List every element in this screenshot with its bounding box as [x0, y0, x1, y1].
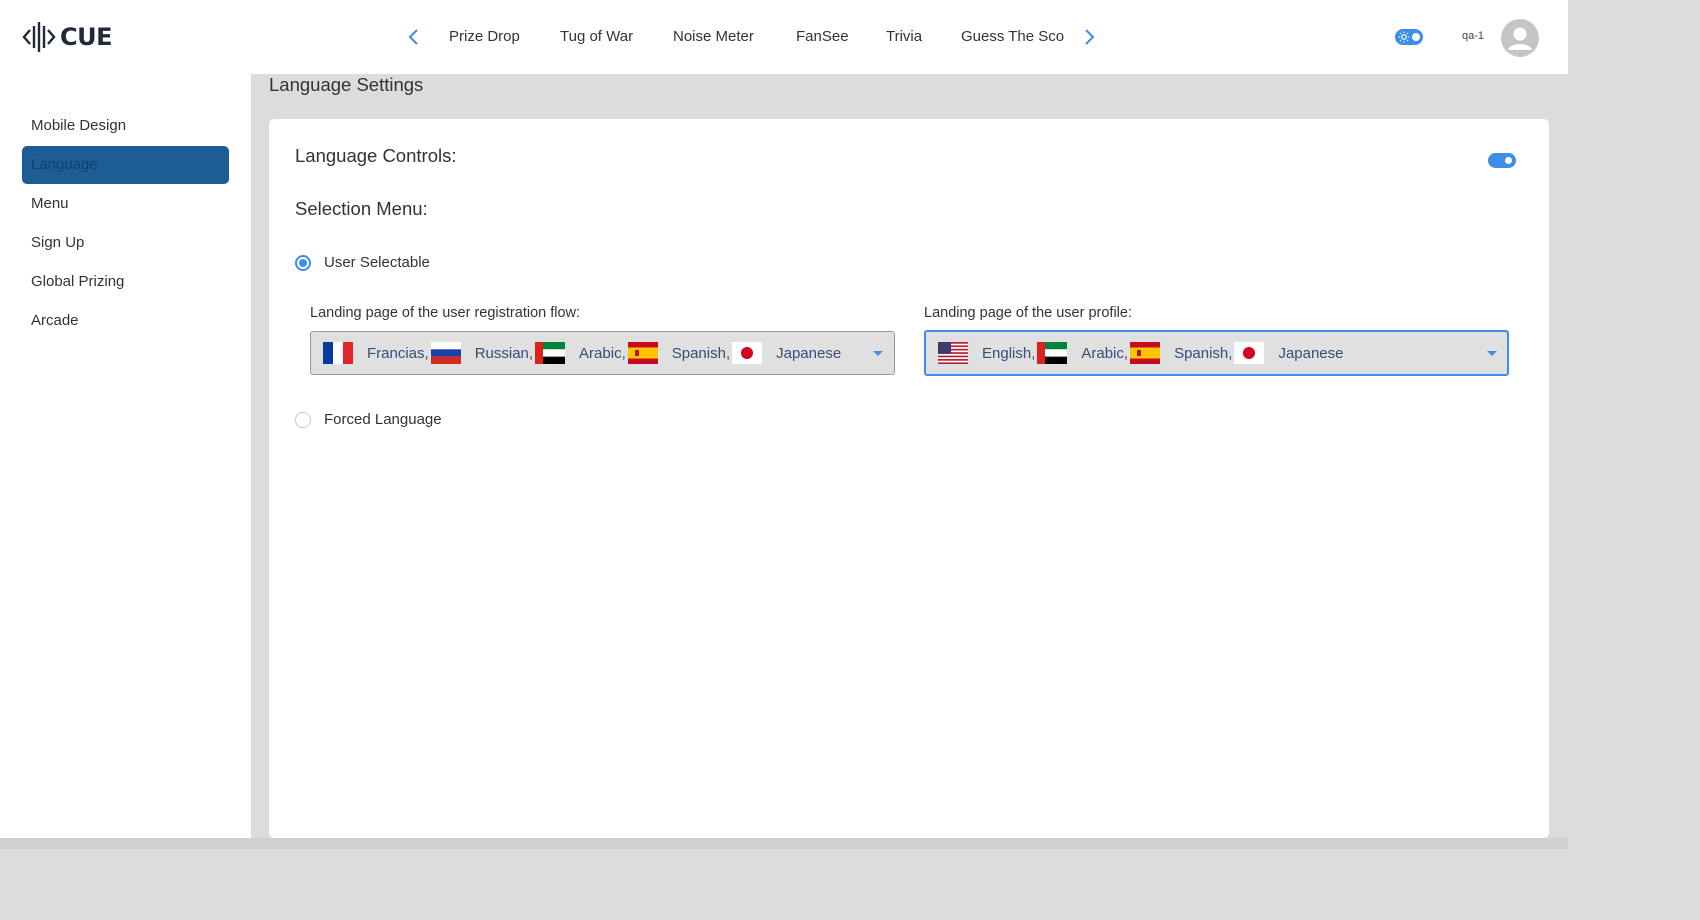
page-title: Language Settings [269, 74, 424, 95]
flag-uae-icon [1037, 342, 1068, 364]
profile-landing-label: Landing page of the user profile: [924, 305, 1132, 321]
language-name: Japanese [1278, 344, 1344, 362]
language-name: Arabic, [1081, 344, 1129, 362]
sun-icon [1398, 31, 1410, 43]
flag-uae-icon [535, 342, 566, 364]
language-chip-ae: Arabic, [1037, 342, 1130, 364]
profile-language-select[interactable]: English, Arabic, Spanish, Japanese [924, 330, 1509, 376]
language-chip-ae: Arabic, [535, 342, 628, 364]
language-chip-es: Spanish, [627, 342, 732, 364]
chevron-left-icon [408, 29, 418, 45]
language-name: Russian, [474, 344, 534, 362]
tab-trivia[interactable]: Trivia [886, 27, 922, 47]
cue-logo[interactable]: CUE [22, 20, 113, 54]
registration-landing-label: Landing page of the user registration fl… [310, 305, 581, 321]
flag-spain-icon [1130, 342, 1161, 364]
sidebar-item-label: Arcade [31, 312, 79, 329]
language-chip-ru: Russian, [430, 342, 535, 364]
flag-russia-icon [430, 342, 461, 364]
nav-next-button[interactable] [1080, 28, 1098, 46]
language-chip-us: English, [938, 342, 1037, 364]
sidebar-item-mobile-design[interactable]: Mobile Design [22, 107, 229, 145]
sidebar-item-menu[interactable]: Menu [22, 185, 229, 223]
language-controls-label: Language Controls: [295, 145, 457, 166]
user-selectable-option[interactable]: User Selectable [295, 254, 430, 271]
forced-language-option[interactable]: Forced Language [295, 411, 442, 428]
sidebar-item-arcade[interactable]: Arcade [22, 302, 229, 340]
toggle-knob [1505, 157, 1512, 164]
language-chip-jp: Japanese [732, 342, 843, 364]
sidebar-item-label: Language [31, 156, 98, 173]
sidebar-item-label: Sign Up [31, 234, 85, 251]
forced-language-radio[interactable] [295, 411, 311, 428]
game-tabs: Prize Drop Tug of War Noise Meter FanSee… [431, 27, 1067, 49]
selection-menu-label: Selection Menu: [295, 198, 428, 219]
language-controls-toggle[interactable] [1488, 153, 1516, 168]
flag-japan-icon [1234, 342, 1265, 364]
flag-japan-icon [732, 342, 763, 364]
forced-language-label: Forced Language [324, 411, 442, 428]
sidebar: Mobile Design Language Menu Sign Up Glob… [0, 74, 251, 838]
flag-france-icon [323, 342, 353, 364]
language-chip-jp: Japanese [1234, 342, 1345, 364]
registration-language-select[interactable]: Francias, Russian, Arabic, Spanish, Japa… [310, 331, 895, 375]
logo-mark-icon [22, 22, 56, 52]
language-name: Arabic, [579, 344, 626, 362]
language-chip-es: Spanish, [1130, 342, 1234, 364]
selected-languages: English, Arabic, Spanish, Japanese [938, 332, 1346, 374]
language-chip-fr: Francias, [323, 342, 431, 364]
tab-prize-drop[interactable]: Prize Drop [449, 27, 520, 47]
user-selectable-radio[interactable] [295, 254, 311, 271]
sidebar-item-label: Mobile Design [31, 117, 127, 134]
tab-tug-of-war[interactable]: Tug of War [560, 27, 633, 47]
flag-usa-icon [938, 342, 968, 364]
selected-languages: Francias, Russian, Arabic, Spanish, Japa… [323, 332, 843, 374]
flag-spain-icon [627, 342, 658, 364]
toggle-knob [1412, 33, 1420, 41]
language-name: Francias, [367, 344, 429, 362]
user-avatar-icon [1508, 27, 1532, 50]
sidebar-item-sign-up[interactable]: Sign Up [22, 224, 229, 262]
chevron-down-icon [873, 351, 883, 356]
nav-prev-button[interactable] [405, 28, 423, 46]
language-name: Japanese [776, 344, 842, 362]
sidebar-item-label: Global Prizing [31, 273, 125, 290]
tab-fansee[interactable]: FanSee [796, 27, 849, 47]
bottom-strip [0, 838, 1568, 849]
top-bar: CUE Prize Drop Tug of War Noise Meter Fa… [0, 0, 1568, 74]
chevron-down-icon [1487, 351, 1497, 356]
sidebar-item-language[interactable]: Language [22, 146, 229, 184]
user-avatar[interactable] [1501, 19, 1539, 57]
user-selectable-label: User Selectable [324, 254, 430, 271]
language-settings-card: Language Controls: Selection Menu: User … [269, 119, 1549, 838]
tab-noise-meter[interactable]: Noise Meter [673, 27, 754, 47]
logo-text: CUE [60, 23, 113, 51]
sidebar-item-label: Menu [31, 195, 69, 212]
username-label: qa-1 [1462, 30, 1485, 42]
sidebar-item-global-prizing[interactable]: Global Prizing [22, 263, 229, 301]
tab-guess-the-score[interactable]: Guess The Sco [961, 27, 1064, 47]
language-name: Spanish, [671, 344, 731, 362]
chevron-right-icon [1085, 29, 1095, 45]
language-name: Spanish, [1174, 344, 1233, 362]
language-name: English, [982, 344, 1036, 362]
theme-toggle[interactable] [1395, 29, 1423, 45]
